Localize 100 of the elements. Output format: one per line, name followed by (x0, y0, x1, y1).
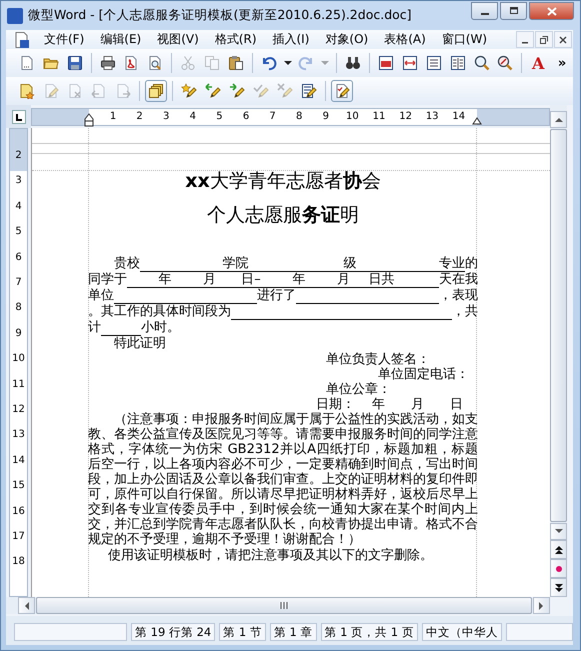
ruler-number: 4 (190, 111, 196, 123)
status-text: 第 1 章 (270, 623, 317, 641)
check-pencil-icon (253, 83, 269, 99)
ruler-number: 3 (14, 175, 23, 188)
ruler-number: 10 (346, 111, 359, 123)
status-text: 第 1 节 (219, 623, 266, 641)
toolbar-button[interactable]: » (551, 52, 574, 74)
status-text: 第 1 页，共 1 页 (320, 623, 418, 641)
maximize-button[interactable] (500, 2, 527, 20)
fill-in-line[interactable]: 学院 (140, 256, 248, 272)
delete-comment-icon (67, 83, 83, 99)
signature-label: 单位固定电话： (378, 367, 469, 382)
ruler-number: 9 (14, 328, 23, 340)
magnifier-icon (474, 55, 490, 71)
dot-icon (556, 566, 562, 572)
scroll-down-button[interactable] (550, 523, 567, 540)
ruler-number: 10 (11, 353, 26, 366)
certify-text: 特此证明 (113, 336, 167, 352)
form-text: 的 (464, 256, 478, 272)
edit-comment-icon (43, 83, 59, 99)
fill-in-line[interactable]: 日共 (350, 272, 394, 288)
caret-icon (321, 61, 330, 65)
ruler-number: 6 (242, 111, 250, 123)
document-minimize-button[interactable] (516, 31, 534, 48)
ruler-number: 12 (11, 404, 26, 416)
document-restore-button[interactable] (535, 31, 553, 48)
fill-in-line[interactable]: 年 (260, 272, 306, 288)
indent-marker-icon[interactable] (472, 117, 482, 125)
ruler-number: 4 (14, 200, 23, 213)
next-page-button[interactable] (550, 578, 567, 597)
previous-page-button[interactable] (550, 540, 567, 559)
ruler-number: 13 (426, 111, 439, 123)
form-text: 同学于 (88, 272, 127, 288)
document-close-button[interactable] (554, 31, 572, 48)
signature-label: 单位公章： (326, 382, 391, 397)
star-pencil-icon (181, 83, 197, 99)
fill-in-line[interactable]: 专业 (356, 256, 465, 272)
fill-in-line[interactable]: 级 (248, 256, 357, 272)
menu-item[interactable]: 编辑(E) (94, 31, 148, 48)
binoculars-icon (345, 55, 362, 71)
scroll-thumb[interactable] (550, 129, 567, 522)
minimize-icon (480, 13, 488, 15)
indent-marker-icon[interactable] (84, 113, 94, 127)
pencil-left-arrow-icon (205, 83, 221, 99)
undo-icon (260, 55, 277, 71)
document-icon[interactable] (14, 32, 30, 48)
status-text: 第 19 行第 24 (131, 623, 216, 641)
notepad-pencil-icon (301, 83, 317, 99)
toolbar-button[interactable]: A (527, 52, 550, 74)
scroll-right-button[interactable] (533, 597, 550, 614)
caret-icon (284, 61, 292, 65)
ruler-number: 11 (372, 111, 386, 123)
scroll-up-button[interactable] (550, 111, 567, 128)
right-arrow-icon (539, 602, 544, 610)
menu-item[interactable]: 表格(A) (378, 31, 432, 48)
fill-in-line[interactable]: 年 (127, 272, 172, 288)
fill-in-line[interactable]: 月 (305, 272, 350, 288)
ruler-number: 5 (14, 226, 23, 238)
horizontal-ruler[interactable]: 1 2 3 4 5 6 7 8 9 10 11 12 13 14 (31, 108, 550, 126)
scissors-icon (180, 55, 196, 71)
form-text: 。其工作的具体时间段为 (88, 304, 231, 320)
ruler-number: 8 (296, 111, 302, 123)
minimize-icon (522, 42, 528, 44)
form-text: 计 (88, 320, 101, 336)
document-title: 个人志愿服务证明 (206, 203, 360, 228)
scroll-thumb[interactable] (36, 597, 532, 614)
document-page[interactable] (31, 128, 550, 597)
menu-item[interactable]: 插入(I) (266, 31, 316, 48)
menu-item[interactable]: 对象(O) (319, 31, 374, 48)
grip-icon (280, 602, 288, 609)
fill-in-line[interactable]: 日– (216, 272, 261, 288)
signature-label: 单位负责人签名： (326, 352, 430, 367)
restore-icon (508, 7, 518, 15)
menu-item[interactable]: 格式(R) (208, 31, 262, 48)
ruler-number: 9 (322, 111, 329, 123)
pencil-right-arrow-icon (229, 83, 245, 99)
menu-item[interactable]: 文件(F) (38, 31, 90, 48)
new-comment-icon (19, 83, 35, 99)
menu-item[interactable]: 视图(V) (151, 31, 205, 48)
ruler-number: 7 (14, 277, 23, 289)
browse-object-button[interactable] (550, 559, 567, 578)
scroll-left-button[interactable] (18, 597, 35, 614)
two-page-icon (450, 55, 466, 71)
clipboard-icon (228, 55, 244, 71)
form-text: 天在我 (439, 272, 478, 288)
page-view-icon (426, 55, 442, 71)
vertical-ruler[interactable]: 2 3 4 5 6 7 8 9 10 11 12 13 14 15 16 17 18 (9, 128, 28, 597)
actual-size-icon (378, 55, 394, 71)
form-text: 贵校 (114, 256, 140, 272)
menu-item[interactable]: 窗口(W) (436, 31, 494, 48)
next-comment-icon (115, 83, 131, 99)
ruler-number: 7 (269, 111, 276, 123)
signature-label: 日期： 年 月 日 (316, 397, 464, 412)
minimize-button[interactable] (471, 2, 498, 20)
ruler-number: 14 (452, 111, 466, 123)
tab-stop-icon[interactable] (12, 110, 26, 124)
fill-in-line[interactable]: 月 (172, 272, 216, 288)
close-icon (546, 6, 556, 16)
form-text: ，共 (452, 304, 478, 320)
close-button[interactable] (529, 2, 574, 20)
